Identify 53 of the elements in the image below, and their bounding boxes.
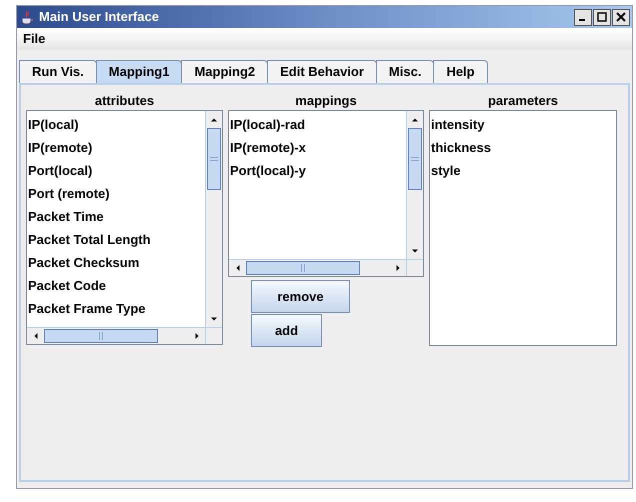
list-item[interactable]: intensity — [430, 113, 616, 136]
scroll-thumb[interactable] — [246, 261, 360, 275]
minimize-icon — [579, 19, 585, 21]
list-item[interactable]: Packet Checksum — [27, 251, 205, 274]
tab[interactable]: Mapping1 — [96, 60, 182, 83]
list-item[interactable]: IP(remote) — [27, 136, 205, 159]
tab[interactable]: Mapping2 — [181, 60, 268, 83]
list-item[interactable]: Packet Time — [27, 205, 205, 228]
down-arrow-icon[interactable] — [411, 248, 419, 252]
list-item[interactable]: Port(local) — [27, 159, 205, 182]
close-button[interactable] — [612, 8, 630, 26]
list-item[interactable]: IP(local)-rad — [229, 113, 406, 136]
left-arrow-icon[interactable] — [236, 264, 240, 272]
scroll-thumb[interactable] — [207, 128, 221, 190]
horizontal-scrollbar[interactable] — [229, 259, 406, 276]
window-title: Main User Interface — [39, 8, 159, 26]
coffee-cup-icon — [19, 9, 35, 25]
list-item[interactable]: Packet Frame Type — [27, 297, 205, 320]
scroll-thumb[interactable] — [408, 128, 422, 190]
list-item[interactable]: IP(remote)-x — [229, 136, 406, 159]
list-heading: attributes — [94, 93, 156, 109]
action-button[interactable]: remove — [251, 280, 350, 313]
vertical-scrollbar[interactable] — [406, 111, 423, 259]
scrollbar-corner — [205, 327, 222, 344]
tab[interactable]: Edit Behavior — [267, 60, 377, 83]
tab[interactable]: Help — [433, 60, 488, 83]
horizontal-scrollbar[interactable] — [27, 327, 205, 344]
up-arrow-icon[interactable] — [210, 118, 218, 122]
maximize-button[interactable] — [593, 8, 611, 26]
down-arrow-icon[interactable] — [210, 316, 218, 320]
list-item[interactable]: style — [430, 159, 616, 182]
list-item[interactable]: Port(local)-y — [229, 159, 406, 182]
list-heading: mappings — [294, 93, 358, 109]
list-item[interactable]: Port (remote) — [27, 182, 205, 205]
right-arrow-icon[interactable] — [194, 332, 198, 340]
list-item[interactable]: thickness — [430, 136, 616, 159]
list-item[interactable]: Packet Total Length — [27, 228, 205, 251]
maximize-icon — [597, 12, 607, 22]
vertical-scrollbar[interactable] — [205, 111, 222, 327]
right-arrow-icon[interactable] — [396, 264, 400, 272]
up-arrow-icon[interactable] — [411, 118, 419, 122]
list-item[interactable]: IP(local) — [27, 113, 205, 136]
list-heading: parameters — [486, 93, 560, 109]
left-arrow-icon[interactable] — [34, 332, 38, 340]
scroll-thumb[interactable] — [44, 329, 158, 343]
menu-item[interactable]: File — [23, 29, 46, 49]
close-icon — [616, 12, 626, 22]
minimize-button[interactable] — [574, 8, 592, 26]
tab[interactable]: Misc. — [376, 60, 434, 83]
list-item[interactable]: Packet Code — [27, 274, 205, 297]
tab[interactable]: Run Vis. — [19, 60, 97, 83]
action-button[interactable]: add — [251, 314, 322, 347]
scrollbar-corner — [406, 259, 423, 276]
